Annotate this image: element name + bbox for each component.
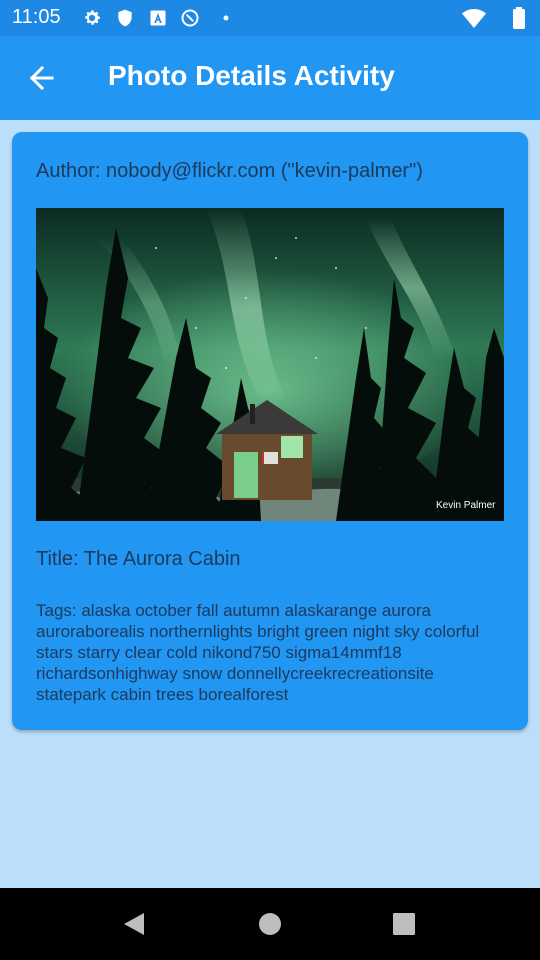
watermark-text: Kevin Palmer	[436, 500, 496, 511]
shield-icon	[118, 9, 132, 27]
photo-tags: Tags: alaska october fall autumn alaskar…	[36, 601, 480, 704]
status-bar: 11:05	[0, 0, 540, 36]
nav-back-button[interactable]	[120, 910, 148, 938]
navigation-bar	[0, 888, 540, 960]
app-bar: Photo Details Activity	[0, 36, 540, 120]
nav-home-button[interactable]	[256, 910, 284, 938]
back-button[interactable]	[18, 54, 66, 102]
at-sign-icon	[181, 9, 199, 27]
dot-icon	[223, 15, 229, 21]
photo-details-card: Author: nobody@flickr.com ("kevin-palmer…	[12, 132, 528, 730]
nav-recents-button[interactable]	[390, 910, 418, 938]
recents-square-icon	[393, 913, 415, 935]
home-circle-icon	[259, 913, 281, 935]
status-time: 11:05	[12, 6, 61, 28]
battery-icon	[513, 7, 525, 29]
arrow-back-icon	[29, 65, 54, 91]
photo-title: Title: The Aurora Cabin	[36, 548, 241, 570]
wifi-icon	[462, 9, 486, 28]
page-title: Photo Details Activity	[108, 60, 395, 91]
author-text: Author: nobody@flickr.com ("kevin-palmer…	[36, 160, 423, 182]
a-badge-icon	[150, 10, 166, 26]
aurora-cabin-photo: Kevin Palmer	[36, 208, 504, 521]
back-triangle-icon	[124, 913, 144, 935]
settings-icon	[85, 10, 100, 25]
